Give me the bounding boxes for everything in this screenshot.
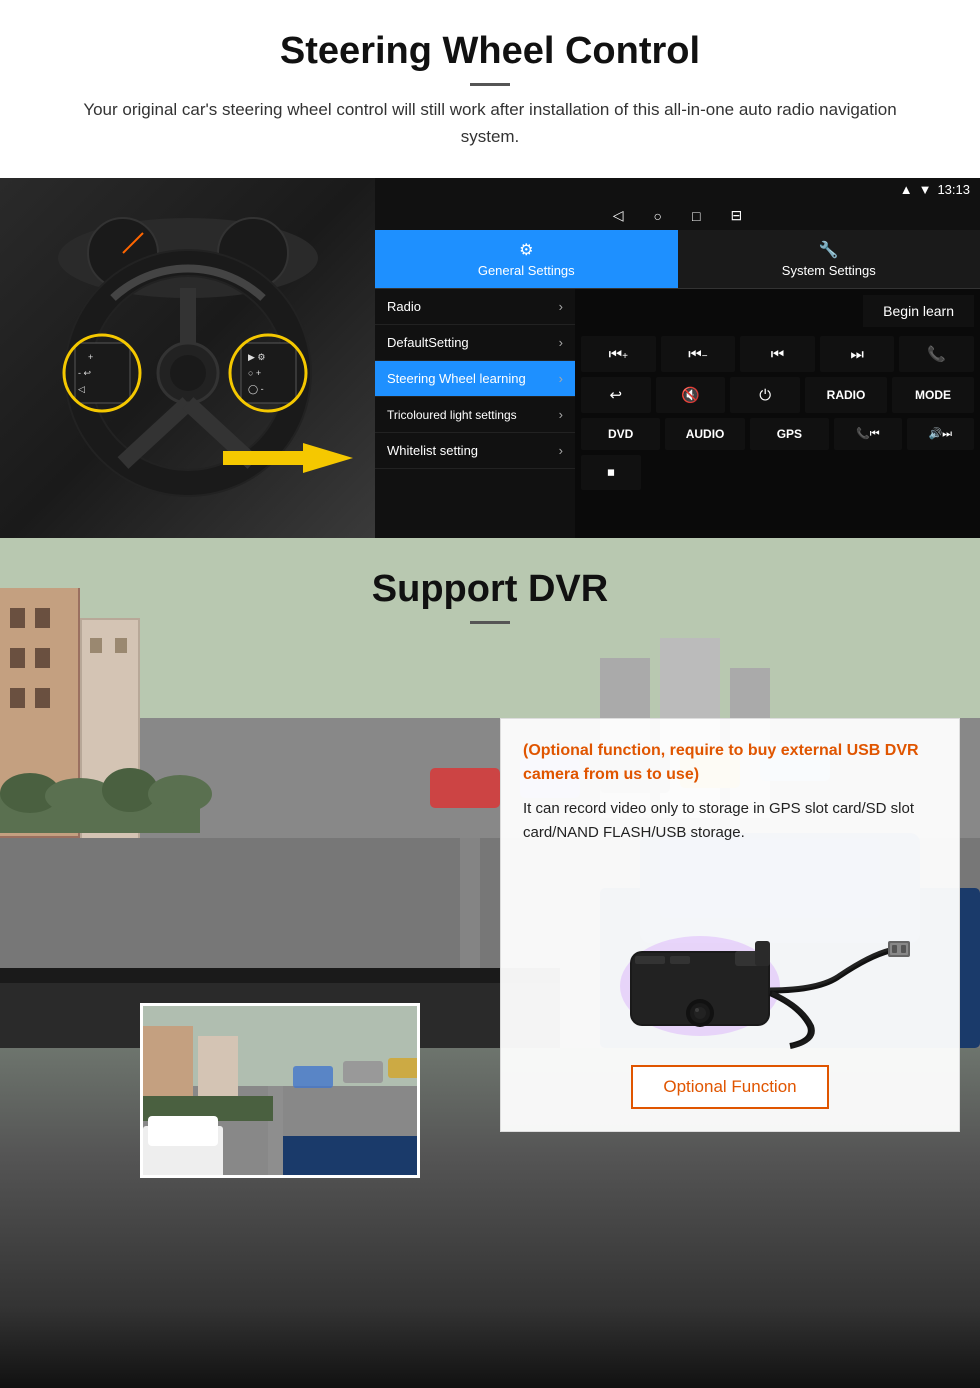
page-bottom bbox=[0, 1308, 980, 1388]
audio-button[interactable]: AUDIO bbox=[665, 418, 744, 450]
chevron-icon: › bbox=[559, 299, 563, 314]
optional-function-button[interactable]: Optional Function bbox=[631, 1065, 828, 1109]
control-row-3: DVD AUDIO GPS 📞⏮ 🔊⏭ bbox=[581, 418, 974, 450]
thumb-road-scene bbox=[143, 1006, 417, 1175]
menu-tricolour-label: Tricoloured light settings bbox=[387, 408, 517, 422]
chevron-icon: › bbox=[559, 371, 563, 386]
dvr-camera-svg bbox=[540, 856, 920, 1056]
steering-block: + - ↩ ◁ ▶ ⚙ ○ + ◯ - ▲ ▼ 13:13 ◁ ○ bbox=[0, 178, 980, 538]
svg-text:○ +: ○ + bbox=[248, 368, 261, 378]
android-navbar: ◁ ○ □ ⊟ bbox=[375, 201, 980, 230]
gear-icon: ⚙ bbox=[519, 240, 533, 260]
menu-list: Radio › DefaultSetting › Steering Wheel … bbox=[375, 289, 575, 538]
hangup-button[interactable]: ↩ bbox=[581, 377, 651, 413]
phone-prev-button[interactable]: 📞⏮ bbox=[834, 418, 901, 450]
chevron-icon: › bbox=[559, 407, 563, 422]
svg-text:▶ ⚙: ▶ ⚙ bbox=[248, 352, 266, 362]
menu-default-label: DefaultSetting bbox=[387, 335, 469, 350]
tab-system-label: System Settings bbox=[782, 263, 876, 278]
back-nav-icon[interactable]: ◁ bbox=[613, 207, 624, 224]
system-icon: 🔧 bbox=[819, 240, 839, 260]
svg-text:◯ -: ◯ - bbox=[248, 384, 264, 395]
begin-learn-button[interactable]: Begin learn bbox=[863, 295, 974, 327]
menu-item-radio[interactable]: Radio › bbox=[375, 289, 575, 325]
steering-photo: + - ↩ ◁ ▶ ⚙ ○ + ◯ - bbox=[0, 178, 375, 538]
dvr-thumbnail bbox=[140, 1003, 420, 1178]
control-row-4: ⏹ bbox=[581, 455, 974, 490]
android-ui: ▲ ▼ 13:13 ◁ ○ □ ⊟ ⚙ General Settings 🔧 S… bbox=[375, 178, 980, 538]
mute-button[interactable]: 🔇 bbox=[656, 377, 726, 413]
vol-down-button[interactable]: ⏮− bbox=[661, 336, 736, 372]
stop-button[interactable]: ⏹ bbox=[581, 455, 641, 490]
steering-wheel-svg: + - ↩ ◁ ▶ ⚙ ○ + ◯ - bbox=[23, 198, 353, 518]
menu-item-steering[interactable]: Steering Wheel learning › bbox=[375, 361, 575, 397]
wifi-icon: ▼ bbox=[919, 182, 932, 197]
recent-nav-icon[interactable]: □ bbox=[692, 208, 700, 224]
thumb-scene-svg bbox=[143, 1006, 420, 1178]
dvr-desc-text: It can record video only to storage in G… bbox=[523, 797, 937, 845]
power-button[interactable]: ⏻ bbox=[730, 377, 800, 413]
menu-item-tricolour[interactable]: Tricoloured light settings › bbox=[375, 397, 575, 433]
control-panel: Begin learn ⏮+ ⏮− ⏮ ⏭ 📞 ↩ 🔇 ⏻ RADIO MODE bbox=[575, 289, 980, 538]
vol-up-button[interactable]: ⏮+ bbox=[581, 336, 656, 372]
home-nav-icon[interactable]: ○ bbox=[654, 208, 662, 224]
menu-item-default[interactable]: DefaultSetting › bbox=[375, 325, 575, 361]
android-tabs: ⚙ General Settings 🔧 System Settings bbox=[375, 230, 980, 289]
dvr-title-area: Support DVR bbox=[0, 538, 980, 644]
tab-general-settings[interactable]: ⚙ General Settings bbox=[375, 230, 678, 288]
svg-text:- ↩: - ↩ bbox=[78, 368, 91, 378]
begin-learn-row: Begin learn bbox=[581, 295, 974, 327]
chevron-icon: › bbox=[559, 335, 563, 350]
dvr-section: Support DVR bbox=[0, 538, 980, 1308]
svg-text:+: + bbox=[88, 352, 93, 362]
chevron-icon: › bbox=[559, 443, 563, 458]
menu-steering-label: Steering Wheel learning bbox=[387, 371, 526, 386]
svg-text:◁: ◁ bbox=[78, 384, 85, 394]
prev-button[interactable]: ⏮ bbox=[740, 336, 815, 372]
tab-system-settings[interactable]: 🔧 System Settings bbox=[678, 230, 980, 288]
dvd-button[interactable]: DVD bbox=[581, 418, 660, 450]
next-button[interactable]: ⏭ bbox=[820, 336, 895, 372]
menu-item-whitelist[interactable]: Whitelist setting › bbox=[375, 433, 575, 469]
menu-whitelist-label: Whitelist setting bbox=[387, 443, 478, 458]
dvr-title: Support DVR bbox=[40, 568, 940, 611]
android-content: Radio › DefaultSetting › Steering Wheel … bbox=[375, 289, 980, 538]
control-row-2: ↩ 🔇 ⏻ RADIO MODE bbox=[581, 377, 974, 413]
signal-icon: ▲ bbox=[900, 182, 913, 197]
dvr-info-card: (Optional function, require to buy exter… bbox=[500, 718, 960, 1132]
phone-next-button[interactable]: 🔊⏭ bbox=[907, 418, 974, 450]
android-statusbar: ▲ ▼ 13:13 bbox=[375, 178, 980, 201]
dvr-camera-image bbox=[523, 861, 937, 1051]
dvr-divider bbox=[470, 621, 510, 624]
gps-button[interactable]: GPS bbox=[750, 418, 829, 450]
title-divider bbox=[470, 83, 510, 86]
steering-title: Steering Wheel Control bbox=[40, 30, 940, 73]
control-row-1: ⏮+ ⏮− ⏮ ⏭ 📞 bbox=[581, 336, 974, 372]
tab-general-label: General Settings bbox=[478, 263, 575, 278]
menu-nav-icon[interactable]: ⊟ bbox=[730, 207, 742, 224]
steering-subtitle: Your original car's steering wheel contr… bbox=[60, 96, 920, 150]
steering-title-area: Steering Wheel Control Your original car… bbox=[0, 0, 980, 160]
radio-button[interactable]: RADIO bbox=[805, 377, 887, 413]
status-time: 13:13 bbox=[937, 182, 970, 197]
phone-button[interactable]: 📞 bbox=[899, 336, 974, 372]
menu-radio-label: Radio bbox=[387, 299, 421, 314]
mode-button[interactable]: MODE bbox=[892, 377, 974, 413]
dvr-optional-text: (Optional function, require to buy exter… bbox=[523, 739, 937, 787]
